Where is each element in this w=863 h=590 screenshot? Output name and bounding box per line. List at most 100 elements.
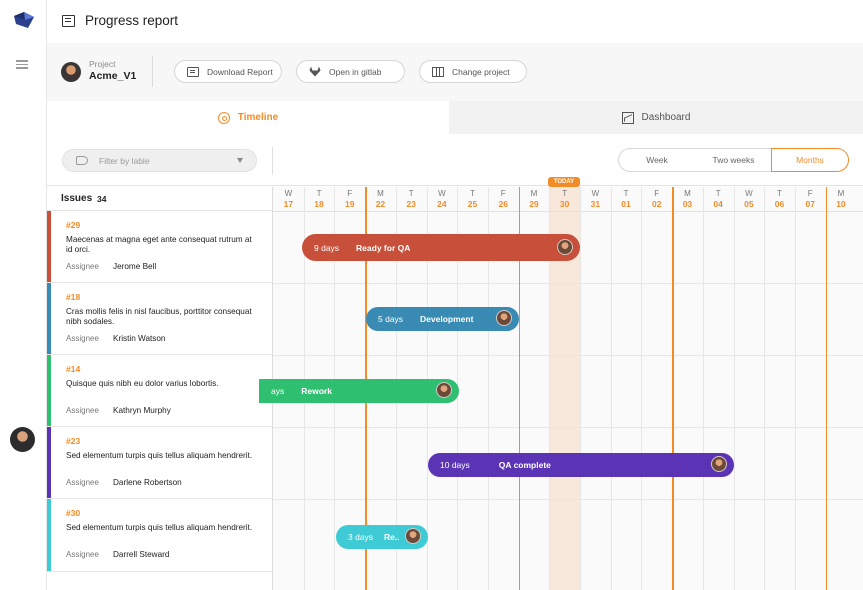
assignee-label: Assignee [66, 550, 99, 559]
bar-assignee-avatar [711, 456, 727, 472]
menu-icon[interactable] [16, 60, 28, 69]
app-logo-icon[interactable] [13, 11, 35, 29]
issue-id[interactable]: #14 [66, 364, 80, 374]
day-of-week: T [562, 189, 568, 198]
day-header: M 10 [826, 187, 857, 211]
chart-icon [621, 111, 634, 124]
issue-color-stripe [47, 499, 51, 571]
download-report-label: Download Report [207, 66, 273, 77]
tab-dashboard[interactable]: Dashboard [449, 101, 863, 134]
issue-color-stripe [47, 427, 51, 498]
day-gridline [764, 187, 766, 590]
change-project-label: Change project [452, 66, 510, 77]
issue-description: Maecenas at magna eget ante consequat ru… [66, 235, 252, 254]
timeline-bar[interactable]: 3 days Re.. [336, 525, 428, 549]
assignee-name: Darlene Robertson [113, 478, 182, 487]
day-of-week: T [316, 189, 322, 198]
day-gridline [580, 187, 581, 590]
day-of-week: W [284, 189, 293, 198]
columns-icon [432, 66, 444, 77]
day-of-week: F [500, 189, 506, 198]
timeline-bar[interactable]: 10 days QA complete [428, 453, 734, 477]
assignee-name: Kristin Watson [113, 334, 166, 343]
issues-list: #29 Maecenas at magna eget ante consequa… [47, 211, 272, 590]
day-of-week: T [777, 189, 782, 198]
issue-id[interactable]: #23 [66, 436, 80, 446]
day-number: 01 [621, 199, 631, 209]
day-header: T 23 [396, 187, 427, 211]
today-badge: TODAY [548, 177, 580, 187]
issue-row[interactable]: #29 Maecenas at magna eget ante consequa… [47, 211, 272, 283]
timeline-bar[interactable]: 5 days Development [366, 307, 519, 331]
assignee-name: Jerome Bell [113, 262, 157, 271]
change-project-button[interactable]: Change project [419, 60, 527, 83]
day-gridline [794, 187, 796, 590]
timeline-bar[interactable]: 9 days Ready for QA [302, 234, 580, 261]
bar-assignee-avatar [405, 528, 421, 544]
issue-row[interactable]: #23 Sed elementum turpis quis tellus ali… [47, 427, 272, 499]
day-number: 07 [805, 199, 815, 209]
project-avatar [61, 62, 81, 82]
day-header: M 29 [519, 187, 550, 211]
day-header: F 26 [488, 187, 519, 211]
day-number: 19 [345, 199, 355, 209]
day-number: 26 [498, 199, 508, 209]
user-avatar[interactable] [10, 427, 35, 452]
issue-description: Cras mollis felis in nisl faucibus, port… [66, 307, 252, 326]
day-of-week: W [745, 189, 753, 198]
issue-id[interactable]: #18 [66, 292, 80, 302]
open-gitlab-button[interactable]: Open in gitlab [296, 60, 405, 83]
tab-timeline[interactable]: Timeline [47, 101, 449, 134]
day-of-week: M [377, 189, 384, 198]
week-start-line [672, 187, 674, 590]
issue-row[interactable]: #14 Quisque quis nibh eu dolor varius lo… [47, 355, 272, 427]
day-number: 05 [744, 199, 754, 209]
bar-assignee-avatar [496, 310, 512, 326]
tab-timeline-label: Timeline [237, 112, 279, 123]
day-gridline [641, 187, 643, 590]
assignee-label: Assignee [66, 406, 99, 415]
page-title: Progress report [85, 13, 179, 28]
day-number: 02 [652, 199, 662, 209]
bar-status: QA complete [498, 460, 551, 470]
page-header: Progress report [47, 0, 863, 43]
day-number: 22 [375, 199, 386, 209]
bar-duration: 5 days [378, 314, 404, 324]
issue-row[interactable]: #30 Sed elementum turpis quis tellus ali… [47, 499, 272, 572]
timeline-bar[interactable]: ays Rework [259, 379, 459, 403]
caret-down-icon [237, 158, 243, 163]
day-header: T 04 [703, 187, 734, 211]
open-gitlab-label: Open in gitlab [329, 66, 382, 77]
day-of-week: T [408, 189, 414, 198]
issue-id[interactable]: #29 [66, 220, 80, 230]
download-report-button[interactable]: Download Report [174, 60, 282, 83]
day-header: T 30 [549, 187, 580, 211]
issue-row[interactable]: #18 Cras mollis felis in nisl faucibus, … [47, 283, 272, 355]
range-week-button[interactable]: Week [618, 148, 696, 172]
day-header: F 19 [334, 187, 365, 211]
issue-color-stripe [47, 283, 51, 354]
day-header: F 07 [795, 187, 826, 211]
assignee-name: Darrell Steward [113, 550, 170, 559]
day-header: W 31 [580, 187, 611, 211]
issue-id[interactable]: #30 [66, 508, 80, 518]
timeline-header-divider [273, 211, 863, 212]
day-of-week: W [591, 189, 600, 198]
day-of-week: M [530, 189, 538, 198]
filter-divider [272, 147, 273, 175]
bar-status: Re.. [384, 532, 400, 542]
bar-status: Development [420, 314, 474, 324]
range-two-weeks-button[interactable]: Two weeks [695, 148, 772, 172]
issues-title: Issues [61, 193, 93, 204]
range-months-button[interactable]: Months [771, 148, 849, 172]
day-of-week: W [438, 189, 446, 198]
row-divider [273, 427, 863, 428]
day-number: 29 [529, 199, 539, 209]
assignee-label: Assignee [66, 478, 99, 487]
filter-by-label-select[interactable]: Filter by lable [62, 149, 257, 172]
week-start-line [825, 187, 828, 590]
day-header: T 06 [764, 187, 795, 211]
tag-icon [76, 156, 88, 165]
issue-description: Sed elementum turpis quis tellus aliquam… [66, 523, 253, 532]
day-gridline [702, 187, 704, 590]
